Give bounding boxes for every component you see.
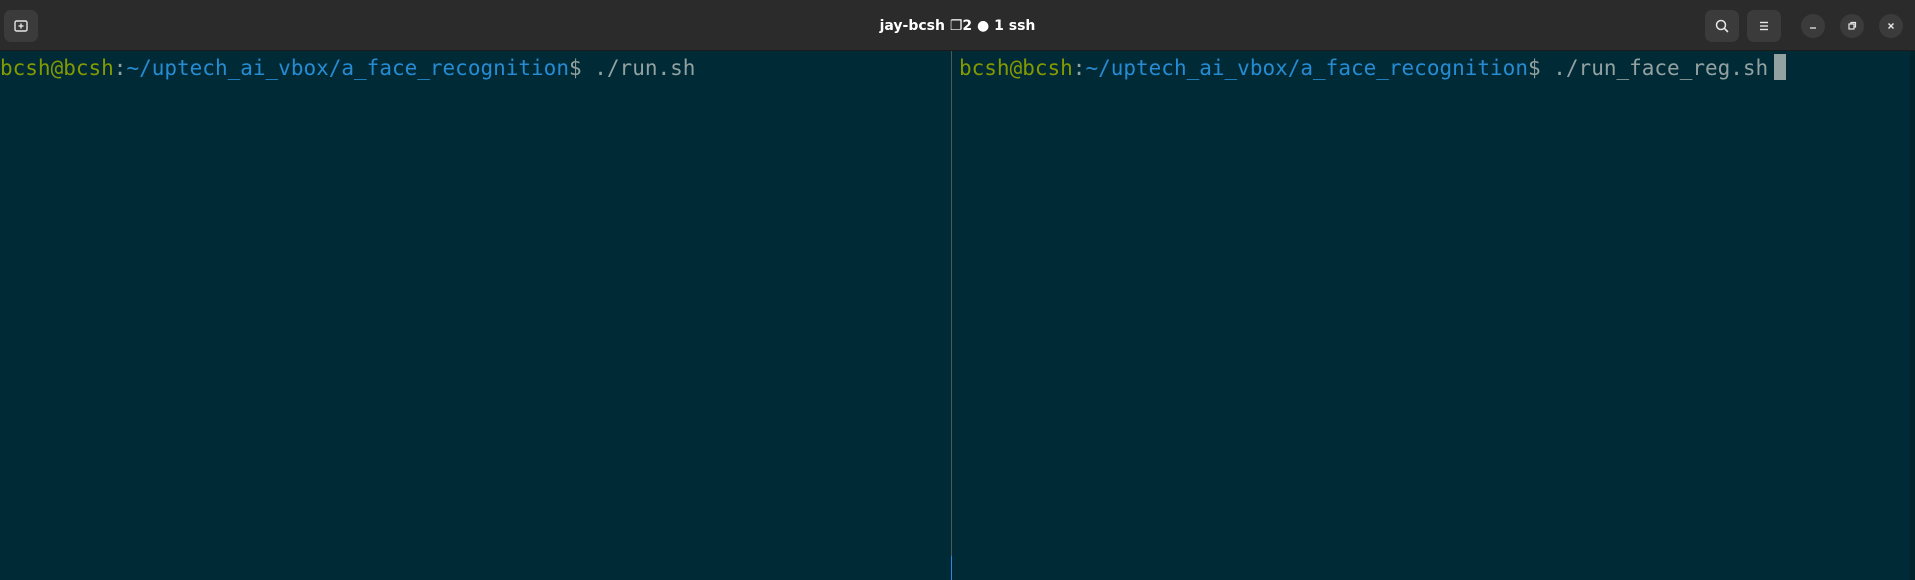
title-host: jay-bcsh: [879, 18, 945, 34]
close-button[interactable]: [1879, 14, 1903, 38]
header-bar: jay-bcsh ❐2 ● 1 ssh: [0, 0, 1915, 51]
restore-icon: [1846, 20, 1858, 32]
minimize-icon: [1807, 20, 1819, 32]
prompt-dollar: $: [1527, 56, 1541, 80]
title-windows-count: 2: [962, 18, 973, 34]
command-text: ./run_face_reg.sh: [1540, 56, 1769, 80]
scrollbar[interactable]: [1910, 51, 1915, 580]
pane-dot-icon: ●: [977, 18, 990, 34]
prompt-colon: :: [113, 56, 127, 80]
search-button[interactable]: [1705, 10, 1739, 42]
prompt-line: bcsh@bcsh:~/uptech_ai_vbox/a_face_recogn…: [959, 53, 1787, 83]
close-icon: [1885, 20, 1897, 32]
restore-button[interactable]: [1840, 14, 1864, 38]
terminal-pane-left[interactable]: bcsh@bcsh:~/uptech_ai_vbox/a_face_recogn…: [0, 51, 951, 580]
terminal-pane-right[interactable]: bcsh@bcsh:~/uptech_ai_vbox/a_face_recogn…: [952, 51, 1915, 580]
new-tab-icon: [13, 18, 29, 34]
windows-icon: ❐: [949, 18, 963, 34]
prompt-line: bcsh@bcsh:~/uptech_ai_vbox/a_face_recogn…: [0, 53, 695, 83]
new-tab-button[interactable]: [4, 10, 38, 42]
title-process: ssh: [1008, 18, 1036, 34]
search-icon: [1714, 18, 1730, 34]
command-text: ./run.sh: [581, 56, 696, 80]
menu-button[interactable]: [1747, 10, 1781, 42]
prompt-path: ~/uptech_ai_vbox/a_face_recognition: [126, 56, 569, 80]
prompt-colon: :: [1072, 56, 1086, 80]
prompt-user: bcsh@bcsh: [0, 56, 114, 80]
hamburger-menu-icon: [1756, 18, 1772, 34]
prompt-dollar: $: [568, 56, 582, 80]
window-title: jay-bcsh ❐2 ● 1 ssh: [0, 0, 1915, 51]
terminal-cursor: [1774, 54, 1787, 80]
prompt-path: ~/uptech_ai_vbox/a_face_recognition: [1085, 56, 1528, 80]
title-pane-count: 1: [994, 18, 1004, 34]
prompt-user: bcsh@bcsh: [959, 56, 1073, 80]
minimize-button[interactable]: [1801, 14, 1825, 38]
